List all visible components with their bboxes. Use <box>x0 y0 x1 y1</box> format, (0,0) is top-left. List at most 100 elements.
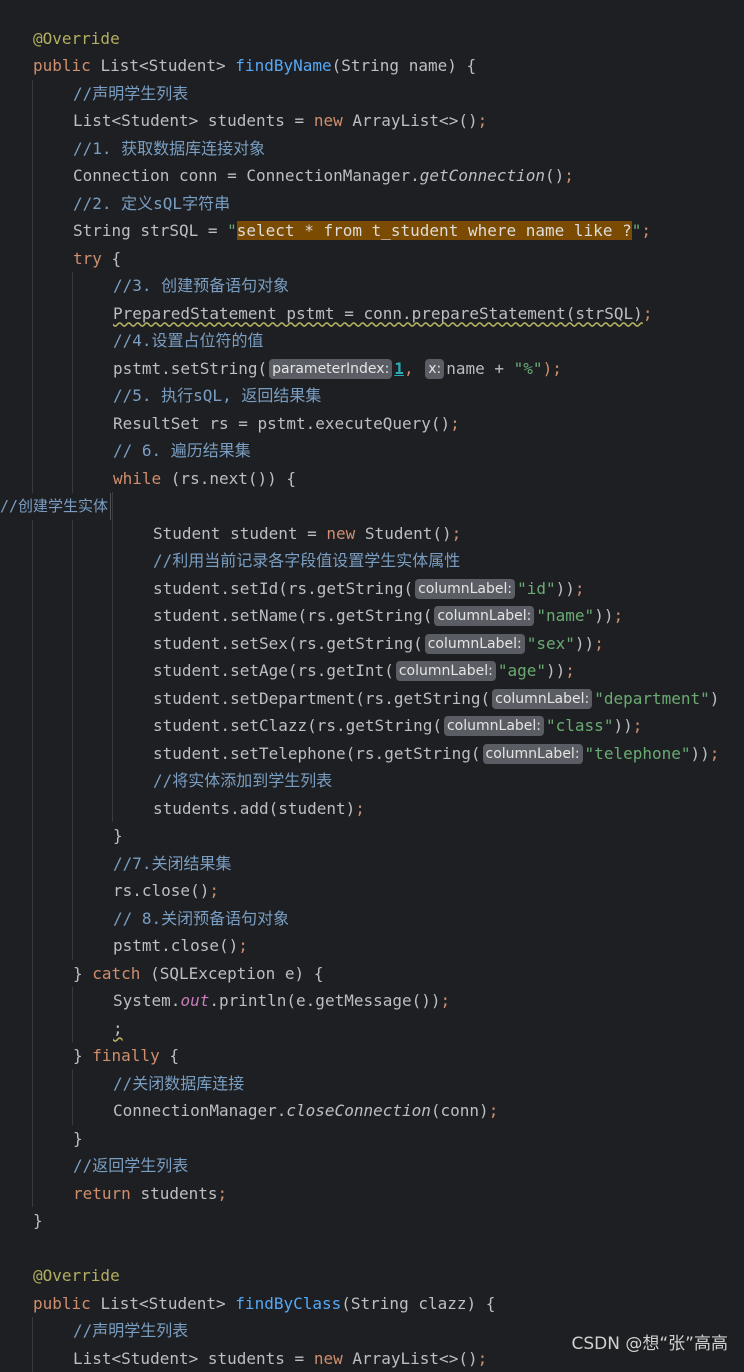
parameter-hint: parameterIndex: <box>269 359 392 379</box>
code-token: "%" <box>514 359 543 378</box>
code-line: } <box>0 1125 744 1153</box>
code-line: //4.设置占位符的值 <box>0 327 744 355</box>
code-token: String strSQL = <box>73 221 227 240</box>
code-token: // 8.关闭预备语句对象 <box>113 909 289 928</box>
code-token: out <box>180 991 209 1010</box>
code-line: PreparedStatement pstmt = conn.prepareSt… <box>0 300 744 328</box>
indent-guide <box>32 80 33 1208</box>
code-token: //声明学生列表 <box>73 1321 188 1340</box>
code-token: ; <box>641 221 651 240</box>
code-token: 1 <box>394 359 404 378</box>
code-token: pstmt.setString( <box>113 359 267 378</box>
code-token: ; <box>575 579 585 598</box>
code-editor[interactable]: @Override public List<Student> findByName… <box>0 0 744 1362</box>
parameter-hint: columnLabel: <box>444 716 544 736</box>
code-token: getConnection <box>420 166 545 185</box>
code-line: Connection conn = ConnectionManager.getC… <box>0 162 744 190</box>
code-token: List<Student> students = <box>73 1349 314 1368</box>
code-token: student.setId(rs.getString( <box>153 579 413 598</box>
code-line: pstmt.setString(parameterIndex:1, x:name… <box>0 355 744 383</box>
code-token: ; <box>450 414 460 433</box>
indent-guide <box>72 1070 73 1125</box>
code-token: ResultSet rs = pstmt.executeQuery() <box>113 414 450 433</box>
watermark: CSDN @想“张”高高 <box>572 1329 729 1354</box>
code-token: ; <box>452 524 462 543</box>
code-token: //5. 执行sQL, 返回结果集 <box>113 386 321 405</box>
code-token: .println(e.getMessage()) <box>209 991 440 1010</box>
code-token: //2. 定义sQL字符串 <box>73 194 230 213</box>
parameter-hint: x: <box>425 359 444 379</box>
code-token: //声明学生列表 <box>73 84 188 103</box>
code-token: List<Student> <box>100 1294 235 1313</box>
code-token: new <box>326 524 365 543</box>
code-token: @Override <box>33 1266 120 1285</box>
code-line: while (rs.next()) { <box>0 465 744 493</box>
code-token: //返回学生列表 <box>73 1156 188 1175</box>
code-token: student.setSex(rs.getString( <box>153 634 423 653</box>
code-line: ; <box>0 1015 744 1043</box>
code-token: return <box>73 1184 140 1203</box>
code-token: ; <box>565 661 575 680</box>
code-line: List<Student> students = new ArrayList<>… <box>0 107 744 135</box>
code-token: (SQLException e) { <box>150 964 323 983</box>
code-token: "class" <box>546 716 613 735</box>
code-token: )) <box>691 744 710 763</box>
code-line: public List<Student> findByClass(String … <box>0 1290 744 1318</box>
code-line: } <box>0 1207 744 1235</box>
code-token: ; <box>643 304 653 323</box>
code-token: //利用当前记录各字段值设置学生实体属性 <box>153 551 460 570</box>
code-token: students.add(student) <box>153 799 355 818</box>
code-line: ResultSet rs = pstmt.executeQuery(); <box>0 410 744 438</box>
code-line: //声明学生列表 <box>0 80 744 108</box>
code-line: //7.关闭结果集 <box>0 850 744 878</box>
code-line: } <box>0 822 744 850</box>
floating-comment: //创建学生实体 <box>0 493 111 520</box>
code-token: public <box>33 56 100 75</box>
code-token: ) <box>710 689 720 708</box>
code-line: String strSQL = "select * from t_student… <box>0 217 744 245</box>
code-token: ; <box>478 111 488 130</box>
code-token: //1. 获取数据库连接对象 <box>73 139 265 158</box>
code-line: System.out.println(e.getMessage()); <box>0 987 744 1015</box>
code-token: ); <box>543 359 562 378</box>
code-token: ConnectionManager. <box>113 1101 286 1120</box>
code-token: } <box>33 1211 43 1230</box>
code-token: } <box>73 1129 83 1148</box>
code-line <box>0 0 744 25</box>
code-token: findByName <box>235 56 331 75</box>
code-token: //4.设置占位符的值 <box>113 331 264 350</box>
code-line: rs.close(); <box>0 877 744 905</box>
indent-guide <box>72 987 73 1042</box>
code-token: )) <box>594 606 613 625</box>
code-line: //返回学生列表 <box>0 1152 744 1180</box>
code-token: ; <box>633 716 643 735</box>
code-token: Connection conn = ConnectionManager. <box>73 166 420 185</box>
code-line: ConnectionManager.closeConnection(conn); <box>0 1097 744 1125</box>
code-token: "age" <box>498 661 546 680</box>
code-token: } <box>73 1046 92 1065</box>
code-token: (String name) { <box>332 56 477 75</box>
code-token: Student() <box>365 524 452 543</box>
code-line: pstmt.close(); <box>0 932 744 960</box>
parameter-hint: columnLabel: <box>425 634 525 654</box>
code-token: )) <box>613 716 632 735</box>
code-token: ; <box>209 881 219 900</box>
code-token: ; <box>564 166 574 185</box>
parameter-hint: columnLabel: <box>434 606 534 626</box>
code-token: public <box>33 1294 100 1313</box>
code-token: student.setTelephone(rs.getString( <box>153 744 481 763</box>
code-token: System. <box>113 991 180 1010</box>
code-token: // 6. 遍历结果集 <box>113 441 251 460</box>
code-token: , <box>404 359 423 378</box>
code-token: "sex" <box>527 634 575 653</box>
code-line: } finally { <box>0 1042 744 1070</box>
code-token: (conn) <box>431 1101 489 1120</box>
code-token: " <box>227 221 237 240</box>
code-token: "name" <box>536 606 594 625</box>
code-token: student.setName(rs.getString( <box>153 606 432 625</box>
code-token: List<Student> students = <box>73 111 314 130</box>
code-token: //将实体添加到学生列表 <box>153 771 332 790</box>
parameter-hint: columnLabel: <box>396 661 496 681</box>
code-line: //5. 执行sQL, 返回结果集 <box>0 382 744 410</box>
code-token: name + <box>446 359 513 378</box>
